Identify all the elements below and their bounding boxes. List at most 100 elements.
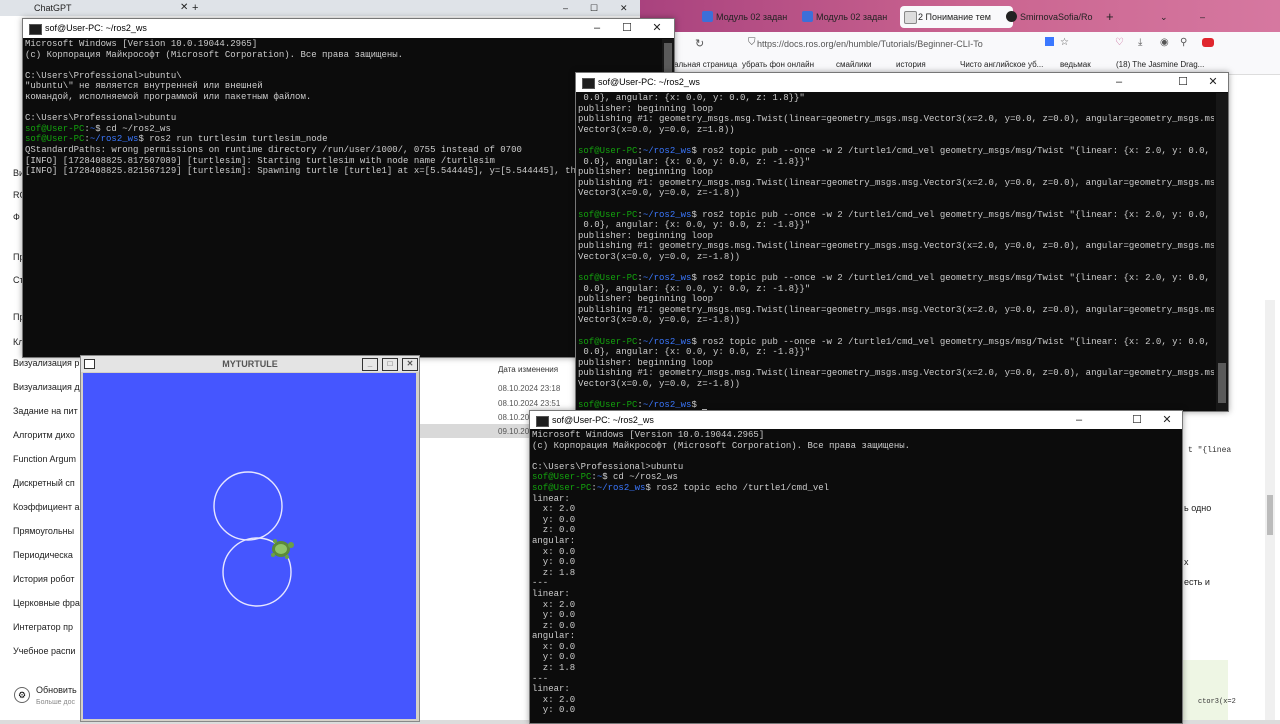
prompt-user: sof@User-PC [578,209,638,220]
console-line: командой, исполняемой программой или пак… [25,92,660,103]
translate-icon[interactable] [1045,37,1054,46]
maximize-icon[interactable]: □ [382,358,398,371]
console-text: y: 0.0 [532,610,576,621]
url-bar[interactable]: https://docs.ros.org/en/humble/Tutorials… [757,36,1041,52]
firefox-tab[interactable]: Модуль 02 задан [698,6,811,28]
bookmark-item[interactable]: (18) The Jasmine Drag... [1116,58,1204,72]
new-tab-icon[interactable]: + [1106,6,1118,28]
update-label[interactable]: Обновить [36,685,77,695]
minimize-icon[interactable]: – [1108,75,1130,89]
terminal-titlebar[interactable]: sof@User-PC: ~/ros2_ws – ☐ ✕ [23,19,674,38]
maximize-icon[interactable]: ☐ [1172,75,1194,89]
adblock-icon[interactable] [1202,38,1214,47]
console-text: Microsoft Windows [Version 10.0.19044.29… [532,430,765,440]
console-text: linear: [532,588,570,599]
bookmark-item[interactable]: убрать фон онлайн [742,58,814,72]
reload-icon[interactable]: ↻ [695,37,704,50]
maximize-icon[interactable]: ☐ [616,21,638,35]
minimize-icon[interactable]: – [563,0,568,16]
extension-icon[interactable]: ⚲ [1180,37,1187,48]
tab-label: SmirnovaSofia/Ro [1020,12,1093,22]
console-text: z: 0.0 [532,525,576,536]
terminal-window-topic-echo[interactable]: sof@User-PC: ~/ros2_ws – ☐ ✕ Microsoft W… [529,410,1183,724]
console-text: publisher: beginning loop [578,103,714,114]
console-text: --- [532,578,549,589]
bookmark-item[interactable]: история [896,58,926,72]
firefox-tab[interactable]: Модуль 02 задан [798,6,911,28]
window-menu-icon[interactable] [84,359,95,369]
console-line: y: 0.0 [532,705,1168,716]
prompt-path: ~/ros2_ws [642,400,692,411]
sidebar-item[interactable]: Визуализация р [13,358,81,368]
sidebar-item[interactable]: Алгоритм дихо [13,430,81,440]
console-line: C:\Users\Professional>ubuntu [532,462,1168,473]
console-text: z: 1.8 [532,663,576,674]
console-line: publisher: beginning loop [578,358,1214,369]
page-scrollbar[interactable] [1265,300,1275,720]
console-line: sof@User-PC:~/ros2_ws$ ros2 topic pub --… [578,210,1214,221]
minimize-icon[interactable]: – [586,21,608,35]
prompt-user: sof@User-PC [532,482,592,493]
minimize-icon[interactable]: – [1200,6,1212,28]
sidebar-item[interactable]: Интегратор пр [13,622,81,632]
console-text: y: 0.0 [532,705,576,716]
sidebar-item[interactable]: История робот [13,574,81,584]
terminal-icon [29,24,42,35]
close-icon[interactable]: ✕ [180,0,188,16]
sidebar-item[interactable]: Коэффициент а [13,502,81,512]
close-icon[interactable]: ✕ [1156,413,1178,427]
maximize-icon[interactable]: ☐ [1126,413,1148,427]
pocket-icon[interactable]: ♡ [1115,37,1124,48]
new-tab-icon[interactable]: + [192,0,198,16]
close-window-icon[interactable]: ✕ [620,0,628,16]
terminal-scrollbar[interactable] [1216,93,1228,411]
console-line: publishing #1: geometry_msgs.msg.Twist(l… [578,178,1214,189]
sidebar-item[interactable]: Церковные фра [13,598,81,608]
sidebar-item[interactable]: Прямоугольны [13,526,81,536]
bookmark-item[interactable]: альная страница [674,58,737,72]
console-text: 0.0}, angular: {x: 0.0, y: 0.0, z: -1.8}… [578,156,811,167]
terminal-titlebar[interactable]: sof@User-PC: ~/ros2_ws – ☐ ✕ [530,411,1182,429]
sidebar-item[interactable]: Визуализация д [13,382,81,392]
console-line: C:\Users\Professional>ubuntu [25,113,660,124]
date-column-header[interactable]: Дата изменения [498,365,558,374]
turtlesim-window[interactable]: MYTURTULE _ □ ✕ [80,355,420,722]
bookmark-item[interactable]: Чисто английское уб... [960,58,1043,72]
bookmark-item[interactable]: смайлики [836,58,872,72]
terminal-titlebar[interactable]: sof@User-PC: ~/ros2_ws – ☐ ✕ [576,73,1228,92]
console-line: sof@User-PC:~/ros2_ws$ ros2 run turtlesi… [25,134,660,145]
sidebar-item[interactable]: Учебное распи [13,646,81,656]
bookmark-item[interactable]: ведьмак [1060,58,1091,72]
close-icon[interactable]: ✕ [646,21,668,35]
update-sublabel: Больше дос [36,699,75,706]
minimize-icon[interactable]: – [1068,413,1090,427]
sidebar-item[interactable]: Периодическа [13,550,81,560]
account-icon[interactable]: ◉ [1160,37,1169,48]
sidebar-item[interactable]: Задание на пит [13,406,81,416]
gear-icon[interactable]: ⚙ [14,687,30,703]
tab-list-icon[interactable]: ⌄ [1160,6,1172,28]
firefox-tab-active[interactable]: 2 Понимание тем [900,6,1013,28]
console-line: z: 1.8 [532,663,1168,674]
console-text: C:\Users\Professional>ubuntu\ [25,70,182,81]
shield-icon[interactable]: ⛉ [748,37,756,48]
terminal-window-topic-pub[interactable]: sof@User-PC: ~/ros2_ws – ☐ ✕ 0.0}, angul… [575,72,1229,412]
download-icon[interactable]: ⤓ [1138,37,1142,48]
console-text: командой, исполняемой программой или пак… [25,91,312,102]
firefox-tab[interactable]: SmirnovaSofia/Ro [1002,6,1115,28]
sidebar-item[interactable]: Function Argum [13,454,81,464]
console-line: y: 0.0 [532,515,1168,526]
file-date: 08.10.2024 23:51 [498,399,561,408]
turtlesim-titlebar[interactable]: MYTURTULE _ □ ✕ [81,356,419,372]
close-icon[interactable]: ✕ [402,358,418,371]
minimize-icon[interactable]: _ [362,358,378,371]
close-icon[interactable]: ✕ [1202,75,1224,89]
console-line: angular: [532,536,1168,547]
console-text: angular: [532,631,576,642]
sidebar-item[interactable]: Дискретный сп [13,478,81,488]
maximize-icon[interactable]: ☐ [590,0,598,16]
bookmark-star-icon[interactable]: ☆ [1060,37,1069,48]
console-text: $ [691,400,703,411]
